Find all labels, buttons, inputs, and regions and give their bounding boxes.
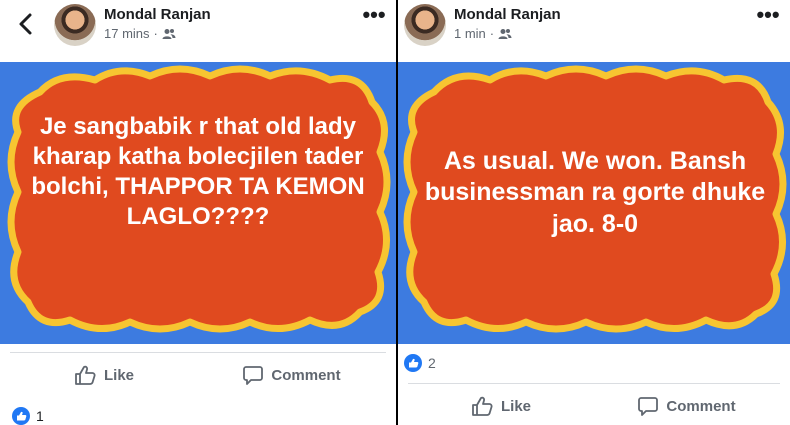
thumbs-up-icon: [75, 365, 96, 385]
comment-icon: [243, 366, 264, 385]
post-image[interactable]: As usual. We won. Bansh businessman ra g…: [398, 62, 790, 344]
post-text: Je sangbabik r that old lady kharap kath…: [31, 113, 365, 230]
avatar[interactable]: [54, 4, 96, 46]
like-button[interactable]: Like: [10, 353, 198, 397]
author-name[interactable]: Mondal Ranjan: [454, 6, 561, 23]
post-meta: 17 mins ·: [104, 26, 176, 41]
back-arrow-icon[interactable]: [16, 12, 36, 36]
post-time[interactable]: 17 mins: [104, 26, 150, 41]
author-name[interactable]: Mondal Ranjan: [104, 6, 211, 23]
friends-icon: [162, 28, 176, 39]
like-reaction-icon: [404, 354, 422, 372]
reaction-count: 2: [428, 355, 436, 371]
more-options-icon[interactable]: •••: [756, 4, 780, 28]
like-label: Like: [103, 366, 134, 384]
post-panel-left: Mondal Ranjan 17 mins · ••• Je sangbabik…: [0, 0, 396, 425]
like-button[interactable]: Like: [408, 384, 594, 425]
post-panel-right: Mondal Ranjan 1 min · ••• As usual. We w…: [398, 0, 790, 425]
post-actions: Like Comment: [10, 352, 386, 397]
meta-separator: ·: [153, 26, 158, 41]
friends-icon: [498, 28, 512, 39]
post-image[interactable]: Je sangbabik r that old lady kharap kath…: [0, 62, 396, 344]
comment-button[interactable]: Comment: [198, 353, 386, 397]
post-time[interactable]: 1 min: [454, 26, 486, 41]
like-reaction-icon: [12, 407, 30, 425]
comment-label: Comment: [666, 397, 736, 415]
like-label: Like: [500, 397, 531, 415]
comment-label: Comment: [271, 366, 341, 384]
comment-icon: [638, 397, 659, 416]
reaction-summary[interactable]: 1: [12, 407, 44, 425]
thumbs-up-icon: [472, 396, 493, 416]
more-options-icon[interactable]: •••: [362, 4, 386, 28]
post-meta: 1 min ·: [454, 26, 512, 41]
reaction-count: 1: [36, 408, 44, 424]
meta-separator: ·: [489, 26, 495, 41]
post-text: As usual. We won. Bansh businessman ra g…: [424, 147, 766, 238]
avatar[interactable]: [404, 4, 446, 46]
reaction-summary[interactable]: 2: [404, 354, 436, 372]
post-actions: Like Comment: [408, 383, 780, 425]
comment-button[interactable]: Comment: [594, 384, 780, 425]
post-header: Mondal Ranjan 1 min · •••: [398, 0, 790, 60]
post-header: Mondal Ranjan 17 mins · •••: [0, 0, 396, 60]
